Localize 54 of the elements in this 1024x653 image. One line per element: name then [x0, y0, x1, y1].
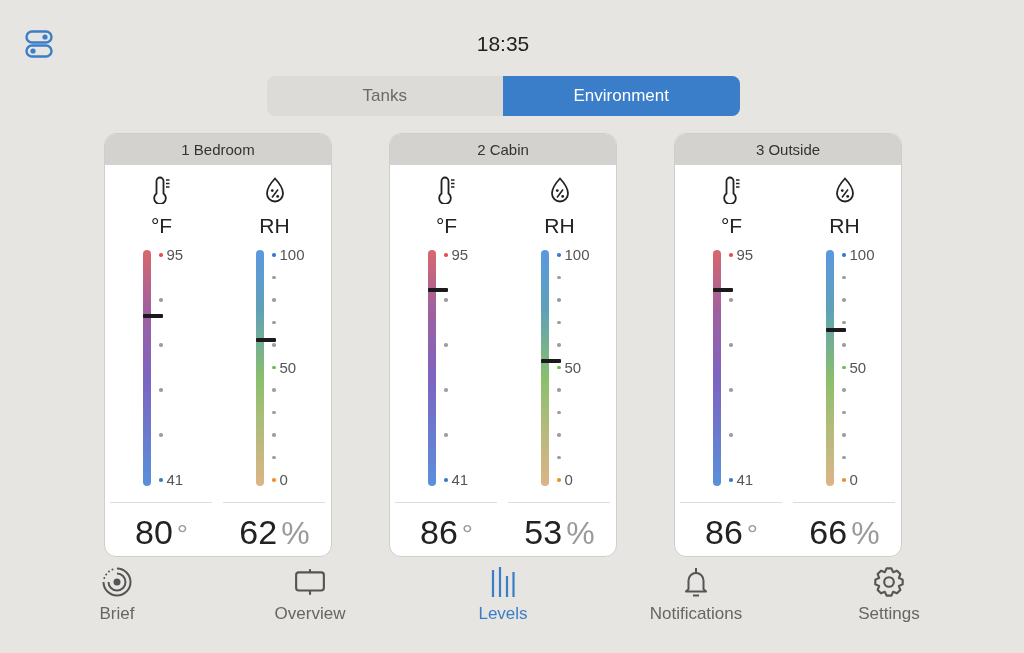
reading-value: 62 — [239, 512, 278, 552]
zone-title: 1 Bedroom — [105, 134, 331, 165]
scale-label: 0 — [279, 472, 288, 488]
reading-unit: ° — [461, 518, 473, 552]
scale-label: 95 — [451, 247, 469, 263]
percent-drop-icon — [264, 177, 285, 203]
nav-tab[interactable]: Overview — [213, 566, 407, 624]
scale-label: 50 — [279, 359, 297, 376]
scale-label: 0 — [849, 472, 858, 488]
thermometer-icon — [152, 176, 171, 204]
nav-tab[interactable]: Brief — [20, 566, 214, 624]
reading-unit: % — [566, 514, 595, 553]
clock-time: 18:35 — [476, 31, 530, 57]
unit-label: RH — [259, 214, 290, 238]
unit-label: RH — [829, 214, 860, 238]
scale-label: 0 — [564, 472, 573, 488]
reading-unit: ° — [746, 518, 758, 552]
zone-title: 2 Cabin — [390, 134, 616, 165]
screen-icon — [294, 566, 326, 598]
reading-unit: % — [281, 514, 310, 553]
scale-label: 100 — [564, 247, 590, 263]
percent-drop-icon — [834, 177, 855, 203]
tab[interactable]: Environment — [503, 76, 740, 116]
scale-label: 50 — [849, 359, 867, 376]
concentric-arcs-icon — [101, 566, 133, 598]
scale-label: 41 — [166, 472, 184, 488]
reading-unit: % — [851, 514, 880, 553]
tab[interactable]: Tanks — [266, 76, 503, 116]
scale-label: 100 — [279, 247, 305, 263]
reading-value: 53 — [524, 512, 563, 552]
nav-tab[interactable]: Notifications — [599, 566, 793, 624]
zone-title: 3 Outside — [675, 134, 901, 165]
percent-drop-icon — [549, 177, 570, 203]
unit-label: °F — [435, 214, 458, 238]
unit-label: RH — [544, 214, 575, 238]
thermometer-icon — [722, 176, 741, 204]
reading-value: 66 — [809, 512, 848, 552]
reading-value: 86 — [420, 512, 458, 552]
toggles-icon[interactable] — [25, 30, 53, 58]
scale-label: 50 — [564, 359, 582, 376]
scale-label: 95 — [166, 247, 184, 263]
scale-label: 95 — [736, 247, 754, 263]
scale-label: 100 — [849, 247, 875, 263]
reading-unit: ° — [176, 518, 188, 552]
unit-label: °F — [150, 214, 173, 238]
unit-label: °F — [720, 214, 743, 238]
reading-value: 80 — [135, 512, 173, 552]
reading-value: 86 — [705, 512, 743, 552]
thermometer-icon — [437, 176, 456, 204]
settings-icon — [873, 566, 905, 598]
nav-tab[interactable]: Settings — [792, 566, 986, 624]
scale-label: 41 — [451, 472, 469, 488]
scale-label: 41 — [736, 472, 754, 488]
nav-tab[interactable]: Levels — [406, 566, 600, 624]
